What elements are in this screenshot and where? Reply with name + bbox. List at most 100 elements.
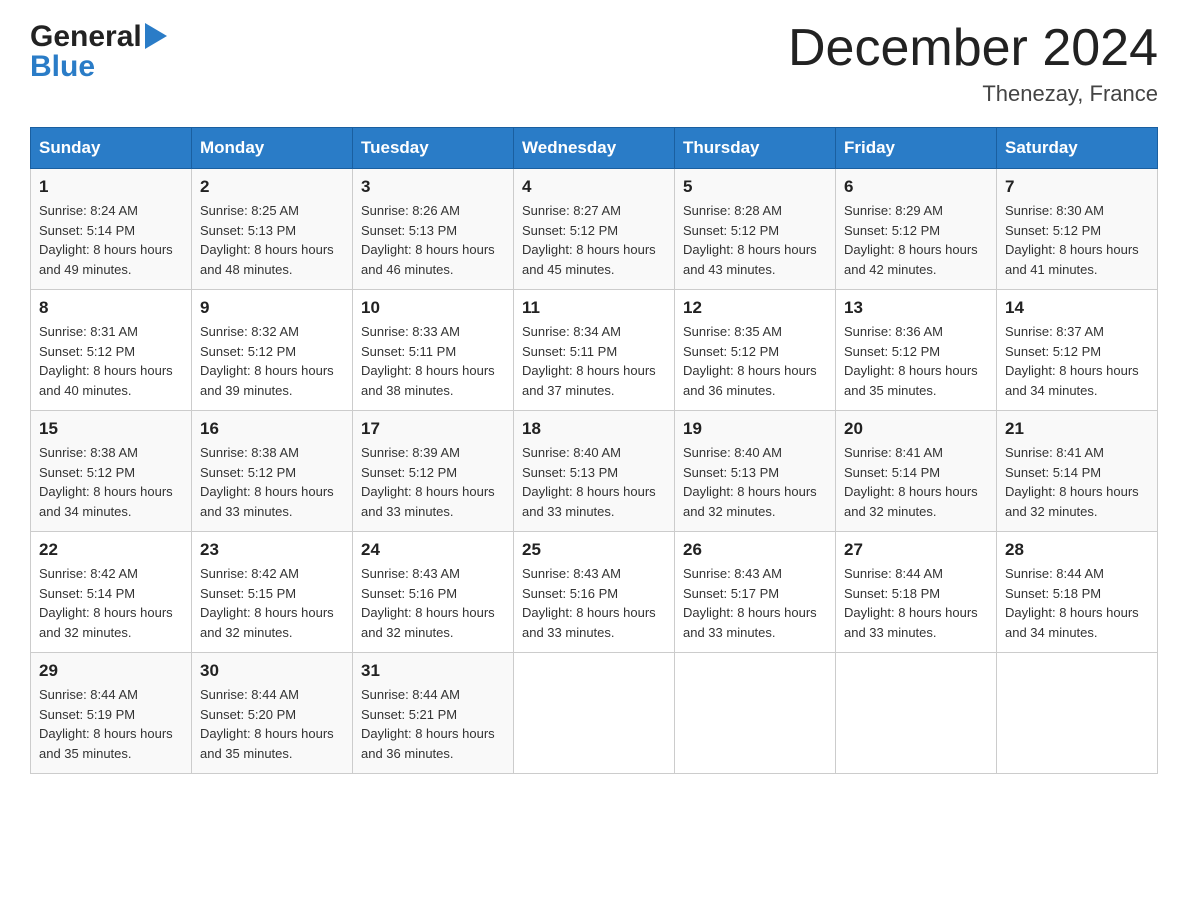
col-header-thursday: Thursday — [675, 128, 836, 169]
day-info: Sunrise: 8:42 AMSunset: 5:15 PMDaylight:… — [200, 564, 344, 642]
day-info: Sunrise: 8:42 AMSunset: 5:14 PMDaylight:… — [39, 564, 183, 642]
calendar-cell: 27 Sunrise: 8:44 AMSunset: 5:18 PMDaylig… — [836, 532, 997, 653]
day-info: Sunrise: 8:40 AMSunset: 5:13 PMDaylight:… — [522, 443, 666, 521]
calendar-week-row: 8 Sunrise: 8:31 AMSunset: 5:12 PMDayligh… — [31, 290, 1158, 411]
day-number: 5 — [683, 177, 827, 197]
day-number: 22 — [39, 540, 183, 560]
day-number: 13 — [844, 298, 988, 318]
calendar-cell: 28 Sunrise: 8:44 AMSunset: 5:18 PMDaylig… — [997, 532, 1158, 653]
col-header-sunday: Sunday — [31, 128, 192, 169]
day-number: 21 — [1005, 419, 1149, 439]
day-number: 16 — [200, 419, 344, 439]
day-number: 31 — [361, 661, 505, 681]
calendar-cell: 11 Sunrise: 8:34 AMSunset: 5:11 PMDaylig… — [514, 290, 675, 411]
day-info: Sunrise: 8:32 AMSunset: 5:12 PMDaylight:… — [200, 322, 344, 400]
calendar-cell: 12 Sunrise: 8:35 AMSunset: 5:12 PMDaylig… — [675, 290, 836, 411]
day-info: Sunrise: 8:39 AMSunset: 5:12 PMDaylight:… — [361, 443, 505, 521]
day-number: 3 — [361, 177, 505, 197]
day-info: Sunrise: 8:43 AMSunset: 5:16 PMDaylight:… — [361, 564, 505, 642]
calendar-week-row: 15 Sunrise: 8:38 AMSunset: 5:12 PMDaylig… — [31, 411, 1158, 532]
day-info: Sunrise: 8:31 AMSunset: 5:12 PMDaylight:… — [39, 322, 183, 400]
day-info: Sunrise: 8:41 AMSunset: 5:14 PMDaylight:… — [1005, 443, 1149, 521]
day-number: 29 — [39, 661, 183, 681]
day-number: 19 — [683, 419, 827, 439]
calendar-cell — [836, 653, 997, 774]
calendar-cell: 18 Sunrise: 8:40 AMSunset: 5:13 PMDaylig… — [514, 411, 675, 532]
day-number: 7 — [1005, 177, 1149, 197]
day-info: Sunrise: 8:25 AMSunset: 5:13 PMDaylight:… — [200, 201, 344, 279]
calendar-cell: 15 Sunrise: 8:38 AMSunset: 5:12 PMDaylig… — [31, 411, 192, 532]
day-number: 1 — [39, 177, 183, 197]
calendar-table: SundayMondayTuesdayWednesdayThursdayFrid… — [30, 127, 1158, 774]
day-number: 17 — [361, 419, 505, 439]
location: Thenezay, France — [788, 81, 1158, 107]
day-info: Sunrise: 8:40 AMSunset: 5:13 PMDaylight:… — [683, 443, 827, 521]
calendar-cell: 7 Sunrise: 8:30 AMSunset: 5:12 PMDayligh… — [997, 169, 1158, 290]
day-info: Sunrise: 8:43 AMSunset: 5:17 PMDaylight:… — [683, 564, 827, 642]
day-info: Sunrise: 8:37 AMSunset: 5:12 PMDaylight:… — [1005, 322, 1149, 400]
calendar-cell: 6 Sunrise: 8:29 AMSunset: 5:12 PMDayligh… — [836, 169, 997, 290]
col-header-saturday: Saturday — [997, 128, 1158, 169]
day-number: 9 — [200, 298, 344, 318]
day-info: Sunrise: 8:44 AMSunset: 5:19 PMDaylight:… — [39, 685, 183, 763]
calendar-week-row: 22 Sunrise: 8:42 AMSunset: 5:14 PMDaylig… — [31, 532, 1158, 653]
day-number: 27 — [844, 540, 988, 560]
day-number: 10 — [361, 298, 505, 318]
day-number: 18 — [522, 419, 666, 439]
day-number: 14 — [1005, 298, 1149, 318]
calendar-cell: 4 Sunrise: 8:27 AMSunset: 5:12 PMDayligh… — [514, 169, 675, 290]
day-info: Sunrise: 8:33 AMSunset: 5:11 PMDaylight:… — [361, 322, 505, 400]
calendar-cell: 2 Sunrise: 8:25 AMSunset: 5:13 PMDayligh… — [192, 169, 353, 290]
day-number: 11 — [522, 298, 666, 318]
day-info: Sunrise: 8:26 AMSunset: 5:13 PMDaylight:… — [361, 201, 505, 279]
day-info: Sunrise: 8:30 AMSunset: 5:12 PMDaylight:… — [1005, 201, 1149, 279]
calendar-cell: 17 Sunrise: 8:39 AMSunset: 5:12 PMDaylig… — [353, 411, 514, 532]
day-info: Sunrise: 8:27 AMSunset: 5:12 PMDaylight:… — [522, 201, 666, 279]
calendar-cell: 21 Sunrise: 8:41 AMSunset: 5:14 PMDaylig… — [997, 411, 1158, 532]
col-header-tuesday: Tuesday — [353, 128, 514, 169]
day-number: 30 — [200, 661, 344, 681]
calendar-cell: 26 Sunrise: 8:43 AMSunset: 5:17 PMDaylig… — [675, 532, 836, 653]
calendar-cell: 10 Sunrise: 8:33 AMSunset: 5:11 PMDaylig… — [353, 290, 514, 411]
day-info: Sunrise: 8:41 AMSunset: 5:14 PMDaylight:… — [844, 443, 988, 521]
calendar-cell: 29 Sunrise: 8:44 AMSunset: 5:19 PMDaylig… — [31, 653, 192, 774]
day-info: Sunrise: 8:38 AMSunset: 5:12 PMDaylight:… — [200, 443, 344, 521]
calendar-cell — [997, 653, 1158, 774]
day-number: 20 — [844, 419, 988, 439]
day-number: 6 — [844, 177, 988, 197]
calendar-cell: 19 Sunrise: 8:40 AMSunset: 5:13 PMDaylig… — [675, 411, 836, 532]
month-title: December 2024 — [788, 20, 1158, 77]
logo-arrow-icon — [145, 23, 167, 54]
calendar-header-row: SundayMondayTuesdayWednesdayThursdayFrid… — [31, 128, 1158, 169]
calendar-cell: 24 Sunrise: 8:43 AMSunset: 5:16 PMDaylig… — [353, 532, 514, 653]
calendar-cell: 23 Sunrise: 8:42 AMSunset: 5:15 PMDaylig… — [192, 532, 353, 653]
calendar-week-row: 1 Sunrise: 8:24 AMSunset: 5:14 PMDayligh… — [31, 169, 1158, 290]
calendar-cell: 22 Sunrise: 8:42 AMSunset: 5:14 PMDaylig… — [31, 532, 192, 653]
calendar-cell — [675, 653, 836, 774]
logo-blue-text: Blue — [30, 50, 95, 84]
col-header-friday: Friday — [836, 128, 997, 169]
day-info: Sunrise: 8:44 AMSunset: 5:18 PMDaylight:… — [1005, 564, 1149, 642]
day-info: Sunrise: 8:28 AMSunset: 5:12 PMDaylight:… — [683, 201, 827, 279]
day-number: 4 — [522, 177, 666, 197]
day-info: Sunrise: 8:44 AMSunset: 5:18 PMDaylight:… — [844, 564, 988, 642]
day-number: 24 — [361, 540, 505, 560]
logo-general-row: General — [30, 20, 167, 54]
logo-general-text: General — [30, 20, 142, 54]
calendar-cell: 9 Sunrise: 8:32 AMSunset: 5:12 PMDayligh… — [192, 290, 353, 411]
day-number: 26 — [683, 540, 827, 560]
day-info: Sunrise: 8:43 AMSunset: 5:16 PMDaylight:… — [522, 564, 666, 642]
col-header-wednesday: Wednesday — [514, 128, 675, 169]
day-number: 28 — [1005, 540, 1149, 560]
calendar-cell: 1 Sunrise: 8:24 AMSunset: 5:14 PMDayligh… — [31, 169, 192, 290]
page-header: General Blue December 2024 Thenezay, Fra… — [30, 20, 1158, 107]
day-info: Sunrise: 8:36 AMSunset: 5:12 PMDaylight:… — [844, 322, 988, 400]
day-info: Sunrise: 8:44 AMSunset: 5:21 PMDaylight:… — [361, 685, 505, 763]
calendar-cell: 5 Sunrise: 8:28 AMSunset: 5:12 PMDayligh… — [675, 169, 836, 290]
day-number: 15 — [39, 419, 183, 439]
day-info: Sunrise: 8:35 AMSunset: 5:12 PMDaylight:… — [683, 322, 827, 400]
calendar-cell: 8 Sunrise: 8:31 AMSunset: 5:12 PMDayligh… — [31, 290, 192, 411]
calendar-cell: 16 Sunrise: 8:38 AMSunset: 5:12 PMDaylig… — [192, 411, 353, 532]
day-number: 2 — [200, 177, 344, 197]
day-info: Sunrise: 8:34 AMSunset: 5:11 PMDaylight:… — [522, 322, 666, 400]
